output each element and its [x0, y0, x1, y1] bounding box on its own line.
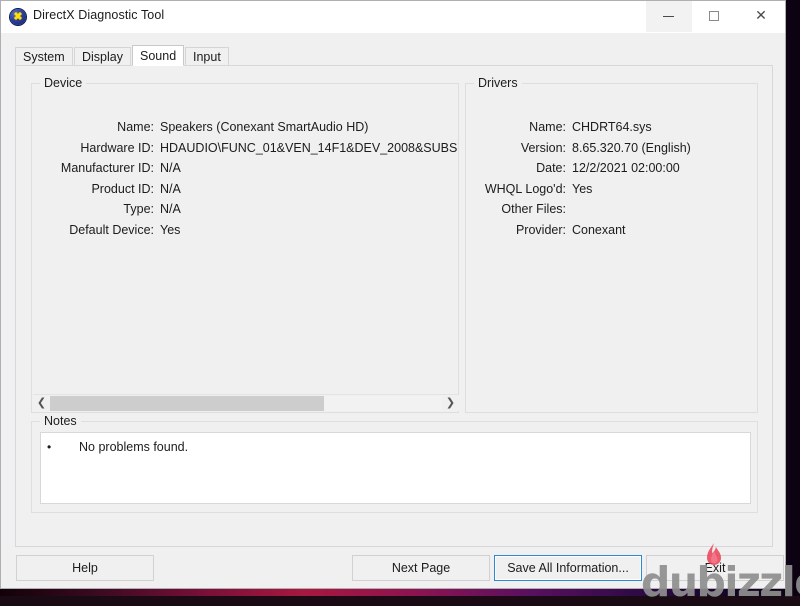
field-label: Provider:	[515, 222, 566, 237]
table-row: Provider: Conexant	[466, 223, 757, 244]
tab-sound[interactable]: Sound	[132, 45, 185, 66]
scrollbar-track[interactable]	[50, 396, 442, 411]
field-label: WHQL Logo'd:	[484, 181, 566, 196]
field-value: Yes	[572, 181, 593, 196]
drivers-group: Drivers Name: CHDRT64.sys Version: 8.65.32…	[465, 76, 758, 413]
field-label: Version:	[520, 140, 566, 155]
maximize-icon	[709, 11, 719, 21]
drivers-field-list: Name: CHDRT64.sys Version: 8.65.320.70 (En…	[466, 120, 757, 243]
save-all-information-button[interactable]: Save All Information...	[494, 555, 642, 581]
tab-strip: System Display Sound Input	[15, 45, 773, 66]
table-row: Default Device: Yes	[32, 223, 458, 244]
device-horizontal-scrollbar[interactable]: ❮ ❯	[33, 394, 459, 411]
tab-system[interactable]: System	[15, 47, 73, 66]
list-item: • No problems found.	[47, 440, 188, 454]
field-label: Type:	[123, 202, 154, 216]
next-page-button[interactable]: Next Page	[352, 555, 490, 581]
notes-text: No problems found.	[79, 440, 189, 454]
table-row: WHQL Logo'd: Yes	[466, 182, 757, 203]
notes-group: Notes • No problems found.	[31, 414, 758, 513]
table-row: Name: CHDRT64.sys	[466, 120, 757, 141]
field-value: HDAUDIO\FUNC_01&VEN_14F1&DEV_2008&SUBSYS…	[160, 140, 458, 155]
chevron-left-icon[interactable]: ❮	[33, 395, 50, 411]
field-label: Product ID:	[91, 181, 154, 196]
close-button[interactable]: ✕	[738, 1, 784, 32]
exit-button[interactable]: Exit	[646, 555, 784, 581]
field-value: N/A	[160, 161, 181, 175]
field-value: Speakers (Conexant SmartAudio HD)	[160, 120, 369, 134]
device-group: Device Name: Speakers (Conexant SmartAudi…	[31, 76, 459, 413]
directx-diagnostic-tool-window: DirectX Diagnostic Tool ✕ System Display…	[0, 0, 786, 589]
drivers-group-title: Drivers	[474, 76, 522, 90]
table-row: Name: Speakers (Conexant SmartAudio HD)	[32, 120, 458, 141]
directx-icon	[10, 9, 26, 25]
device-field-list: Name: Speakers (Conexant SmartAudio HD) H…	[32, 120, 458, 243]
table-row: Version: 8.65.320.70 (English)	[466, 141, 757, 162]
notes-textbox[interactable]: • No problems found.	[40, 432, 751, 504]
table-row: Other Files:	[466, 202, 757, 223]
tab-input[interactable]: Input	[185, 47, 229, 66]
chevron-right-icon[interactable]: ❯	[442, 395, 459, 411]
field-label: Manufacturer ID:	[60, 161, 154, 175]
field-label: Name:	[529, 120, 566, 134]
close-icon: ✕	[755, 8, 767, 24]
minimize-button[interactable]	[646, 1, 692, 32]
window-title: DirectX Diagnostic Tool	[33, 8, 165, 22]
notes-group-title: Notes	[40, 414, 81, 428]
field-label: Name:	[117, 120, 154, 134]
device-group-title: Device	[40, 76, 87, 90]
help-button[interactable]: Help	[16, 555, 154, 581]
field-value: N/A	[160, 202, 181, 216]
tab-panel-sound: Device Name: Speakers (Conexant SmartAudi…	[15, 65, 773, 547]
title-bar: DirectX Diagnostic Tool ✕	[1, 1, 785, 34]
table-row: Product ID: N/A	[32, 182, 458, 203]
scrollbar-thumb[interactable]	[50, 396, 325, 411]
field-label: Default Device:	[69, 222, 154, 237]
table-row: Manufacturer ID: N/A	[32, 161, 458, 182]
tab-display[interactable]: Display	[74, 47, 131, 66]
field-value: Conexant	[572, 222, 626, 237]
field-value: 12/2/2021 02:00:00	[572, 161, 680, 175]
field-label: Date:	[536, 161, 566, 175]
minimize-icon	[663, 16, 674, 17]
field-value: CHDRT64.sys	[572, 120, 652, 134]
bullet-icon: •	[47, 440, 52, 454]
table-row: Date: 12/2/2021 02:00:00	[466, 161, 757, 182]
field-value: N/A	[160, 181, 181, 196]
field-value: 8.65.320.70 (English)	[572, 140, 691, 155]
field-value: Yes	[160, 222, 181, 237]
table-row: Type: N/A	[32, 202, 458, 223]
field-label: Other Files:	[501, 202, 566, 216]
maximize-button[interactable]	[692, 1, 738, 32]
table-row: Hardware ID: HDAUDIO\FUNC_01&VEN_14F1&DEV…	[32, 141, 458, 162]
field-label: Hardware ID:	[80, 140, 154, 155]
